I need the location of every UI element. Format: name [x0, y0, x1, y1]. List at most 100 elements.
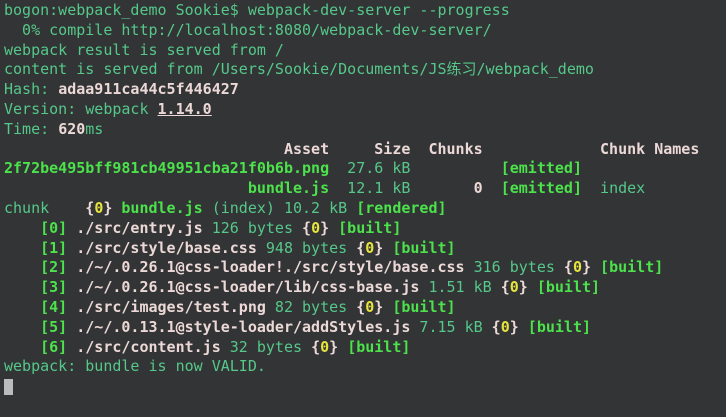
module-row-0-seg-3: ./src/entry.js [76, 219, 202, 237]
version-line-seg-1: 1.14.0 [158, 100, 212, 118]
module-row-2-seg-6: 0 [573, 258, 582, 276]
module-row-4-seg-5: { [356, 298, 365, 316]
hash-line-seg-0: Hash: [4, 80, 58, 98]
asset-row-bundle-seg-2: 12.1 kB [329, 179, 474, 197]
module-row-6-seg-1: [6] [40, 338, 67, 356]
module-row-1-seg-0 [4, 239, 40, 257]
time-line-seg-0: Time: [4, 120, 58, 138]
module-row-3: [3] ./~/.0.26.1@css-loader/lib/css-base.… [4, 278, 726, 298]
module-row-4-seg-6: 0 [365, 298, 374, 316]
cursor [4, 379, 13, 395]
module-row-4-seg-9: [built] [392, 298, 455, 316]
module-row-6-seg-0 [4, 338, 40, 356]
asset-row-png-seg-0: 2f72be495bff981cb49951cba21f0b6b.png [4, 159, 329, 177]
module-row-6: [6] ./src/content.js 32 bytes {0} [built… [4, 338, 726, 358]
chunk-line-seg-2: 0 [94, 199, 103, 217]
module-row-4: [4] ./src/images/test.png 82 bytes {0} [… [4, 298, 726, 318]
module-row-0-seg-5: { [302, 219, 311, 237]
time-line-seg-1: 620 [58, 120, 85, 138]
module-row-5-seg-0 [4, 318, 40, 336]
asset-row-bundle-seg-4 [483, 179, 501, 197]
asset-row-png: 2f72be495bff981cb49951cba21f0b6b.png 27.… [4, 159, 726, 179]
hash-line: Hash: adaa911ca44c5f446427 [4, 80, 726, 100]
module-row-4-seg-2 [67, 298, 76, 316]
module-row-3-seg-6: 0 [510, 278, 519, 296]
module-row-6-seg-9: [built] [347, 338, 410, 356]
module-row-6-seg-2 [67, 338, 76, 356]
asset-row-bundle: bundle.js 12.1 kB 0 [emitted] index [4, 179, 726, 199]
version-line-seg-0: Version: webpack [4, 100, 158, 118]
serve-root-line-seg-0: webpack result is served from / [4, 41, 284, 59]
module-row-4-seg-7: } [374, 298, 383, 316]
module-row-5-seg-7: } [510, 318, 519, 336]
module-row-4-seg-4: 82 bytes [266, 298, 356, 316]
module-row-5-seg-5: { [492, 318, 501, 336]
module-row-5-seg-3: ./~/.0.13.1@style-loader/addStyles.js [76, 318, 410, 336]
module-row-0-seg-0 [4, 219, 40, 237]
module-row-2: [2] ./~/.0.26.1@css-loader!./src/style/b… [4, 258, 726, 278]
module-row-2-seg-3: ./~/.0.26.1@css-loader!./src/style/base.… [76, 258, 464, 276]
prompt-command-line: bogon:webpack_demo Sookie$ webpack-dev-s… [4, 1, 726, 21]
module-row-0-seg-7: } [320, 219, 329, 237]
module-row-2-seg-8 [591, 258, 600, 276]
module-row-3-seg-3: ./~/.0.26.1@css-loader/lib/css-base.js [76, 278, 419, 296]
module-row-0-seg-2 [67, 219, 76, 237]
module-row-3-seg-4: 1.51 kB [419, 278, 500, 296]
module-row-2-seg-0 [4, 258, 40, 276]
asset-row-bundle-seg-3: 0 [474, 179, 483, 197]
module-row-1: [1] ./src/style/base.css 948 bytes {0} [… [4, 239, 726, 259]
module-row-4-seg-8 [383, 298, 392, 316]
asset-row-png-seg-1: 27.6 kB [329, 159, 501, 177]
module-row-3-seg-1: [3] [40, 278, 67, 296]
module-row-3-seg-8 [528, 278, 537, 296]
version-line: Version: webpack 1.14.0 [4, 100, 726, 120]
module-row-3-seg-2 [67, 278, 76, 296]
module-row-5-seg-8 [519, 318, 528, 336]
chunk-line: chunk {0} bundle.js (index) 10.2 kB [ren… [4, 199, 726, 219]
module-row-0-seg-1: [0] [40, 219, 67, 237]
prompt-command-line-seg-0: bogon:webpack_demo Sookie$ webpack-dev-s… [4, 1, 510, 19]
module-row-3-seg-9: [built] [537, 278, 600, 296]
chunk-line-seg-5: bundle.js [121, 199, 202, 217]
bundle-valid-line-seg-0: webpack: bundle is now VALID. [4, 357, 266, 375]
module-row-2-seg-4: 316 bytes [465, 258, 564, 276]
hash-line-seg-1: adaa911ca44c5f446427 [58, 80, 239, 98]
time-line: Time: 620ms [4, 120, 726, 140]
module-row-5-seg-9: [built] [528, 318, 591, 336]
assets-table-header: Asset Size Chunks Chunk Names [4, 140, 726, 160]
module-row-1-seg-5: { [356, 239, 365, 257]
module-row-1-seg-6: 0 [365, 239, 374, 257]
module-row-5-seg-1: [5] [40, 318, 67, 336]
module-row-0-seg-9: [built] [338, 219, 401, 237]
chunk-line-seg-1: { [85, 199, 94, 217]
module-row-4-seg-0 [4, 298, 40, 316]
module-row-6-seg-3: ./src/content.js [76, 338, 221, 356]
module-row-4-seg-1: [4] [40, 298, 67, 316]
progress-line-seg-0: 0% compile http://localhost:8080/webpack… [4, 21, 492, 39]
module-row-1-seg-2 [67, 239, 76, 257]
module-row-3-seg-7: } [519, 278, 528, 296]
module-row-3-seg-0 [4, 278, 40, 296]
cursor-line [4, 377, 726, 397]
terminal-screen[interactable]: bogon:webpack_demo Sookie$ webpack-dev-s… [0, 0, 726, 417]
module-row-1-seg-3: ./src/style/base.css [76, 239, 257, 257]
chunk-line-seg-0: chunk [4, 199, 85, 217]
asset-row-bundle-seg-6: index [582, 179, 645, 197]
module-row-5-seg-4: 7.15 kB [410, 318, 491, 336]
module-row-5-seg-2 [67, 318, 76, 336]
chunk-line-seg-6: (index) 10.2 kB [203, 199, 357, 217]
module-row-1-seg-4: 948 bytes [257, 239, 356, 257]
serve-root-line: webpack result is served from / [4, 41, 726, 61]
module-row-4-seg-3: ./src/images/test.png [76, 298, 266, 316]
module-row-2-seg-9: [built] [600, 258, 663, 276]
chunk-line-seg-7: [rendered] [356, 199, 446, 217]
module-row-6-seg-7: } [329, 338, 338, 356]
asset-row-bundle-seg-0 [4, 179, 248, 197]
module-row-6-seg-4: 32 bytes [221, 338, 311, 356]
module-row-6-seg-8 [338, 338, 347, 356]
module-row-1-seg-7: } [374, 239, 383, 257]
module-row-1-seg-8 [383, 239, 392, 257]
module-row-0: [0] ./src/entry.js 126 bytes {0} [built] [4, 219, 726, 239]
module-row-2-seg-2 [67, 258, 76, 276]
module-row-5-seg-6: 0 [501, 318, 510, 336]
